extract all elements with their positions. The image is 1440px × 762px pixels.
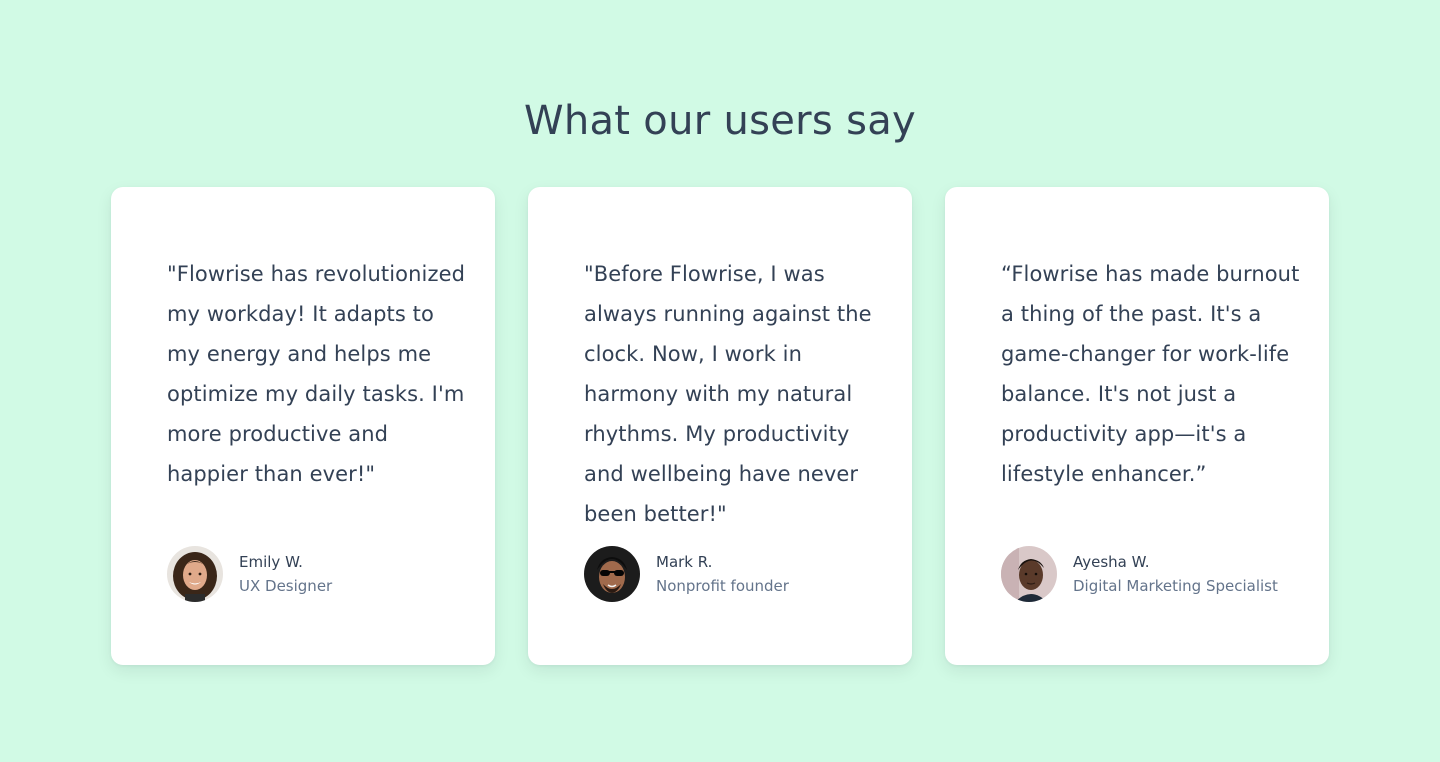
avatar xyxy=(1001,546,1057,602)
testimonial-card: “Flowrise has made burnout a thing of th… xyxy=(945,187,1329,665)
testimonial-quote: “Flowrise has made burnout a thing of th… xyxy=(1001,262,1300,486)
testimonial-card: "Flowrise has revolutionized my workday!… xyxy=(111,187,495,665)
testimonial-card: "Before Flowrise, I was always running a… xyxy=(528,187,912,665)
author-meta: Emily W. UX Designer xyxy=(239,550,332,598)
author-meta: Ayesha W. Digital Marketing Specialist xyxy=(1073,550,1278,598)
author-meta: Mark R. Nonprofit founder xyxy=(656,550,789,598)
section-title: What our users say xyxy=(523,98,917,144)
testimonial-quote: "Before Flowrise, I was always running a… xyxy=(584,262,872,526)
testimonial-author: Ayesha W. Digital Marketing Specialist xyxy=(1001,546,1278,602)
testimonial-author: Mark R. Nonprofit founder xyxy=(584,546,789,602)
author-name: Mark R. xyxy=(656,553,713,571)
avatar xyxy=(167,546,223,602)
testimonial-author: Emily W. UX Designer xyxy=(167,546,332,602)
author-role: Nonprofit founder xyxy=(656,577,789,595)
author-role: Digital Marketing Specialist xyxy=(1073,577,1278,595)
author-role: UX Designer xyxy=(239,577,333,595)
testimonial-quote: "Flowrise has revolutionized my workday!… xyxy=(167,262,466,486)
author-name: Ayesha W. xyxy=(1073,553,1150,571)
author-name: Emily W. xyxy=(239,553,303,571)
avatar xyxy=(584,546,640,602)
